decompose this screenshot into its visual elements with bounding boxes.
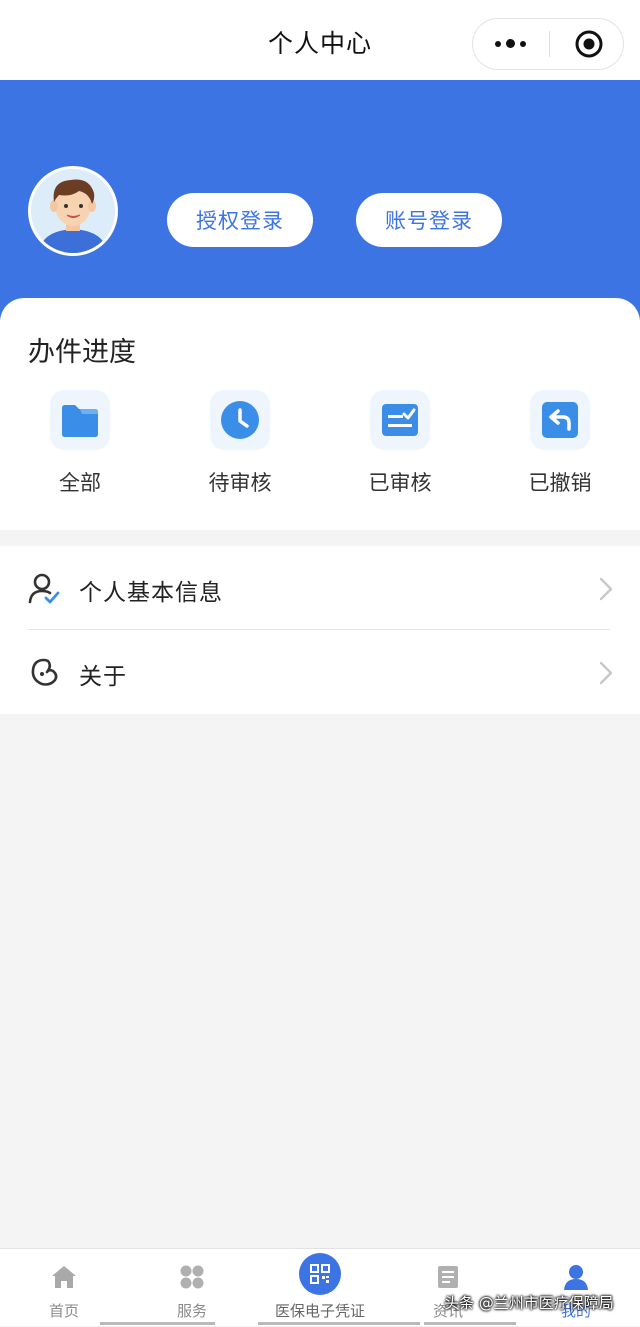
- tab-underline: [258, 1322, 420, 1325]
- status-reviewed[interactable]: 已审核: [320, 390, 480, 505]
- status-all[interactable]: 全部: [0, 390, 160, 505]
- tab-label: 服务: [176, 1302, 207, 1320]
- folder-icon: [50, 390, 110, 450]
- status-label: 待审核: [208, 471, 272, 495]
- tab-underline: [424, 1322, 516, 1325]
- menu-item-personal-info[interactable]: 个人基本信息: [0, 546, 640, 630]
- profile-header: 授权登录 账号登录: [0, 80, 640, 320]
- reviewed-icon: [370, 390, 430, 450]
- tab-services[interactable]: 服务: [128, 1249, 256, 1327]
- bottom-tab-bar: 首页 服务 医保电子凭证 资讯 我的: [0, 1248, 640, 1326]
- about-icon: [31, 658, 58, 686]
- clock-icon: [210, 390, 270, 450]
- capsule-divider: [549, 31, 550, 57]
- status-pending[interactable]: 待审核: [160, 390, 320, 505]
- auth-login-button[interactable]: 授权登录: [167, 193, 313, 247]
- menu-item-label: 关于: [79, 664, 127, 690]
- menu-item-label: 个人基本信息: [79, 580, 223, 606]
- status-revoked[interactable]: 已撤销: [480, 390, 640, 505]
- mini-program-capsule: [472, 18, 624, 70]
- qr-code-icon: [299, 1253, 341, 1295]
- undo-icon: [530, 390, 590, 450]
- section-title: 办件进度: [28, 337, 136, 368]
- navigation-bar: 个人中心: [0, 0, 640, 80]
- tab-home[interactable]: 首页: [0, 1249, 128, 1327]
- menu-item-about[interactable]: 关于: [0, 630, 640, 714]
- status-label: 已撤销: [528, 471, 592, 495]
- chevron-right-icon: [599, 661, 613, 685]
- close-program-icon[interactable]: [574, 29, 604, 59]
- avatar[interactable]: [28, 166, 118, 256]
- home-icon: [52, 1266, 76, 1288]
- user-check-icon: [28, 573, 60, 604]
- status-label: 已审核: [368, 471, 432, 495]
- watermark: 头条 @兰州市医疗保障局: [444, 1294, 614, 1312]
- more-options-icon[interactable]: [473, 19, 549, 69]
- chevron-right-icon: [599, 577, 613, 601]
- tab-medical-insurance-code[interactable]: 医保电子凭证: [256, 1249, 384, 1327]
- progress-card: 办件进度 全部 待审核 已审核 已撤销: [0, 298, 640, 530]
- account-login-button[interactable]: 账号登录: [356, 193, 502, 247]
- tab-label: 医保电子凭证: [274, 1302, 365, 1320]
- menu-list: 个人基本信息 关于: [0, 546, 640, 714]
- tab-label: 首页: [48, 1302, 79, 1320]
- tab-underline: [100, 1322, 215, 1325]
- services-icon: [180, 1265, 204, 1289]
- news-icon: [438, 1266, 458, 1288]
- tab-news[interactable]: 资讯: [384, 1249, 512, 1327]
- status-label: 全部: [59, 471, 101, 495]
- tab-mine[interactable]: 我的: [512, 1249, 640, 1327]
- profile-icon: [564, 1265, 588, 1290]
